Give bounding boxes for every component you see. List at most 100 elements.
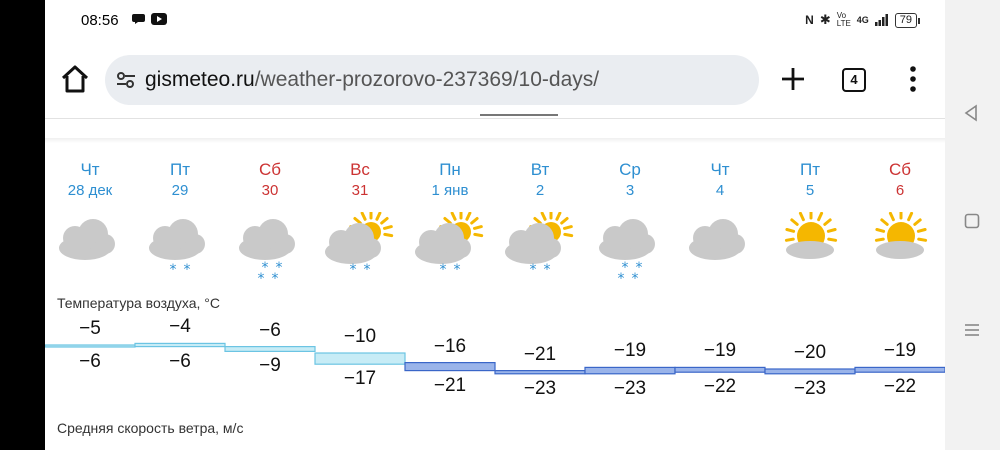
temp-min: −21	[433, 374, 467, 396]
temp-max: −6	[259, 319, 281, 341]
day-header: Чт 4	[675, 160, 765, 202]
temp-min: −17	[343, 368, 377, 390]
svg-text:*: *	[272, 271, 279, 287]
temperature-label: Температура воздуха, °C	[57, 295, 220, 311]
temp-min: −22	[883, 376, 917, 398]
partly-cloudy-snow-icon: * *	[325, 212, 394, 278]
day-header: Сб 30	[225, 160, 315, 202]
temp-min: −23	[523, 377, 557, 399]
more-menu-icon[interactable]	[909, 66, 917, 92]
bluetooth-icon: ✱	[819, 12, 831, 27]
temp-max: −5	[79, 318, 101, 339]
temp-max: −19	[613, 340, 647, 362]
url-text[interactable]: gismeteo.ru/weather-prozorovo-237369/10-…	[145, 68, 599, 92]
temp-min: −6	[79, 350, 101, 372]
back-nav-icon[interactable]	[963, 104, 979, 122]
day-date: 30	[261, 182, 279, 199]
svg-text:*: *	[544, 262, 551, 278]
scroll-hint	[480, 114, 558, 116]
temp-max: −16	[433, 335, 467, 357]
day-of-week: Вт	[530, 160, 550, 179]
temp-band	[584, 366, 676, 375]
temp-band	[764, 368, 856, 375]
cloudy-icon	[689, 219, 745, 260]
day-date: 2	[535, 182, 545, 199]
day-date: 31	[351, 182, 369, 199]
temp-min: −23	[613, 377, 647, 399]
recents-nav-icon[interactable]	[964, 322, 980, 338]
temp-band	[854, 366, 945, 373]
temp-min: −22	[703, 376, 737, 398]
temp-band	[494, 369, 586, 375]
day-of-week: Сб	[258, 160, 281, 179]
svg-text:*: *	[364, 262, 371, 278]
new-tab-icon[interactable]	[780, 66, 806, 92]
sun-cloud-icon	[874, 212, 928, 259]
day-header: Сб 6	[855, 160, 945, 202]
day-of-week: Пт	[799, 160, 820, 179]
temp-max: −19	[703, 340, 737, 362]
temp-band	[674, 366, 766, 373]
day-of-week: Сб	[888, 160, 911, 179]
status-indicators: N ✱ Vo LTE 4G 79	[805, 11, 921, 28]
tab-switcher-button[interactable]: 4	[842, 68, 866, 92]
battery-indicator: 79	[894, 12, 921, 28]
day-date: 6	[895, 182, 905, 199]
status-time: 08:56	[81, 12, 119, 29]
partly-cloudy-snow-icon: * *	[505, 212, 574, 278]
cloudy-snow-icon: * ** *	[239, 219, 295, 287]
svg-text:*: *	[632, 271, 639, 287]
svg-text:*: *	[170, 262, 177, 278]
system-nav-bar	[945, 0, 1000, 450]
day-date: 1 янв	[431, 182, 469, 199]
temp-min: −6	[169, 350, 191, 372]
wind-label: Средняя скорость ветра, м/с	[57, 420, 244, 436]
day-date: 28 дек	[67, 182, 113, 199]
address-bar[interactable]: gismeteo.ru/weather-prozorovo-237369/10-…	[105, 55, 759, 105]
temp-max: −10	[343, 326, 377, 347]
day-header: Пт 29	[135, 160, 225, 202]
day-header: Чт 28 дек	[45, 160, 135, 202]
svg-text:*: *	[440, 262, 447, 278]
day-header: Пт 5	[765, 160, 855, 202]
svg-text:*: *	[454, 262, 461, 278]
day-header: Пн 1 янв	[405, 160, 495, 202]
day-of-week: Чт	[710, 160, 730, 179]
url-host: gismeteo.ru	[145, 68, 255, 91]
network-label: 4G	[856, 15, 869, 25]
temp-band	[224, 346, 316, 353]
day-of-week: Ср	[619, 160, 641, 179]
day-date: 5	[805, 182, 815, 199]
day-of-week: Пт	[169, 160, 190, 179]
url-path: /weather-prozorovo-237369/10-days/	[254, 68, 600, 91]
temp-band	[314, 352, 406, 365]
day-date: 29	[171, 182, 189, 199]
home-icon[interactable]	[59, 62, 91, 96]
page-shadow	[45, 138, 945, 143]
temp-min: −9	[259, 355, 281, 377]
day-header: Вс 31	[315, 160, 405, 202]
svg-text:*: *	[258, 271, 265, 287]
day-date: 3	[625, 182, 635, 199]
chat-bubble-icon	[132, 14, 145, 24]
day-date: 4	[715, 182, 725, 199]
phone-screen: 08:56 N ✱ Vo LTE 4G 79 gismeteo.ru/weath…	[45, 0, 945, 450]
signal-icon	[874, 14, 888, 26]
svg-text:*: *	[618, 271, 625, 287]
volte-label: Vo LTE	[836, 11, 851, 28]
svg-text:*: *	[350, 262, 357, 278]
cloudy-snow-icon: * *	[149, 219, 205, 278]
day-of-week: Чт	[80, 160, 100, 179]
temp-max: −19	[883, 340, 917, 362]
temp-band	[45, 344, 136, 348]
youtube-icon	[151, 13, 167, 25]
sun-cloud-icon	[784, 212, 838, 259]
toolbar-divider	[45, 118, 945, 119]
nfc-icon: N	[805, 13, 814, 27]
temp-min: −23	[793, 377, 827, 399]
site-settings-icon[interactable]	[115, 69, 137, 91]
temp-max: −21	[523, 343, 557, 365]
day-header: Вт 2	[495, 160, 585, 202]
svg-text:*: *	[184, 262, 191, 278]
home-nav-icon[interactable]	[964, 213, 980, 229]
